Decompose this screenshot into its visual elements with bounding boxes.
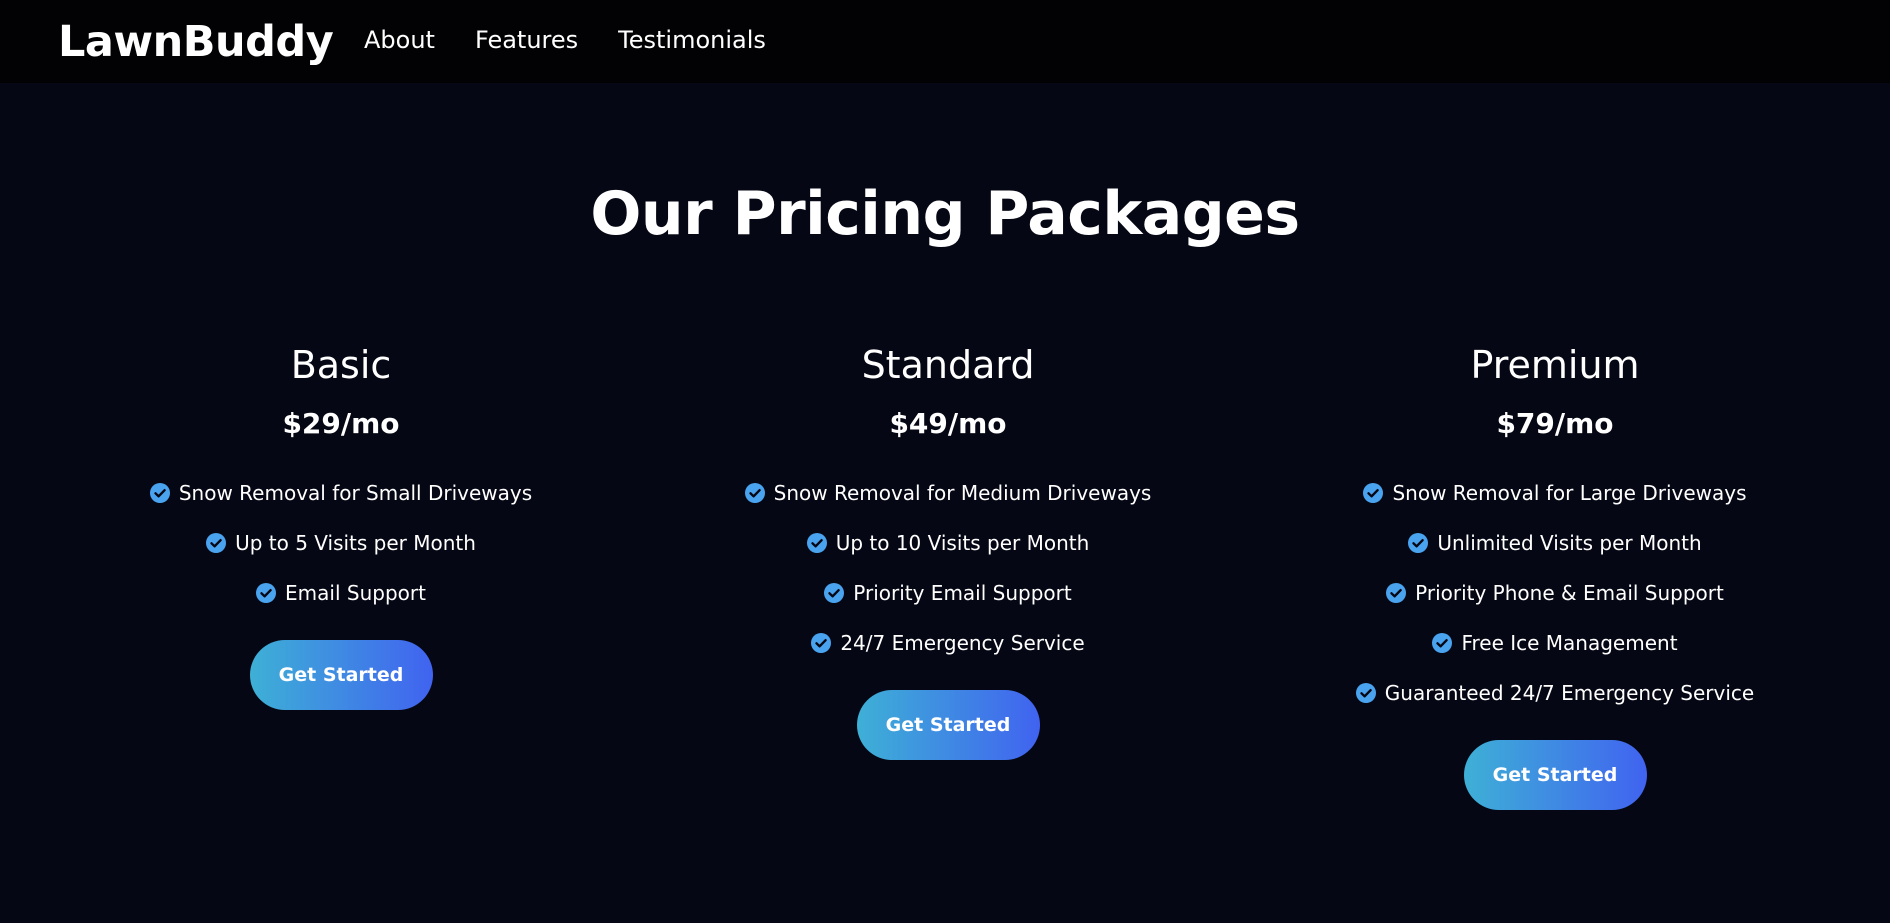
get-started-button-standard[interactable]: Get Started: [856, 690, 1040, 760]
feature-text: Guaranteed 24/7 Emergency Service: [1384, 681, 1755, 705]
check-circle-icon: [744, 483, 765, 503]
feature-text: Snow Removal for Large Driveways: [1392, 481, 1747, 505]
get-started-button-premium[interactable]: Get Started: [1463, 740, 1647, 810]
check-circle-icon: [806, 533, 827, 553]
feature-item: Priority Phone & Email Support: [1255, 568, 1855, 618]
feature-item: 24/7 Emergency Service: [648, 618, 1248, 668]
feature-text: 24/7 Emergency Service: [840, 631, 1085, 655]
plan-card-premium: Premium $79/mo Snow Removal for Large Dr…: [1255, 338, 1855, 810]
check-circle-icon: [256, 583, 277, 603]
plan-price: $49/mo: [889, 407, 1007, 440]
feature-text: Free Ice Management: [1461, 631, 1678, 655]
nav-link-about[interactable]: About: [364, 25, 435, 55]
check-circle-icon: [1432, 633, 1453, 653]
check-circle-icon: [1408, 533, 1429, 553]
nav-links: About Features Testimonials: [364, 25, 806, 55]
feature-text: Unlimited Visits per Month: [1437, 531, 1702, 555]
feature-text: Priority Phone & Email Support: [1415, 581, 1724, 605]
feature-list: Snow Removal for Medium Driveways Up to …: [648, 468, 1248, 668]
feature-text: Priority Email Support: [853, 581, 1072, 605]
feature-item: Free Ice Management: [1255, 618, 1855, 668]
plan-name: Standard: [861, 343, 1035, 387]
check-circle-icon: [1386, 583, 1407, 603]
get-started-button-basic[interactable]: Get Started: [249, 640, 433, 710]
feature-list: Snow Removal for Small Driveways Up to 5…: [41, 468, 641, 618]
check-circle-icon: [824, 583, 845, 603]
feature-item: Snow Removal for Medium Driveways: [648, 468, 1248, 518]
plan-card-standard: Standard $49/mo Snow Removal for Medium …: [648, 338, 1248, 760]
navbar: LawnBuddy About Features Testimonials: [0, 0, 1890, 83]
check-circle-icon: [1363, 483, 1384, 503]
feature-item: Unlimited Visits per Month: [1255, 518, 1855, 568]
pricing-plans: Basic $29/mo Snow Removal for Small Driv…: [0, 338, 1890, 898]
pricing-title: Our Pricing Packages: [590, 179, 1300, 249]
feature-item: Guaranteed 24/7 Emergency Service: [1255, 668, 1855, 718]
feature-text: Up to 5 Visits per Month: [235, 531, 476, 555]
feature-text: Email Support: [285, 581, 426, 605]
plan-price: $29/mo: [282, 407, 400, 440]
feature-item: Up to 5 Visits per Month: [41, 518, 641, 568]
feature-text: Snow Removal for Medium Driveways: [773, 481, 1152, 505]
nav-link-testimonials[interactable]: Testimonials: [618, 25, 766, 55]
feature-item: Snow Removal for Large Driveways: [1255, 468, 1855, 518]
feature-text: Up to 10 Visits per Month: [835, 531, 1090, 555]
plan-card-basic: Basic $29/mo Snow Removal for Small Driv…: [41, 338, 641, 710]
plan-name: Basic: [290, 343, 392, 387]
check-circle-icon: [149, 483, 170, 503]
feature-item: Email Support: [41, 568, 641, 618]
check-circle-icon: [206, 533, 227, 553]
feature-item: Priority Email Support: [648, 568, 1248, 618]
feature-list: Snow Removal for Large Driveways Unlimit…: [1255, 468, 1855, 718]
feature-text: Snow Removal for Small Driveways: [178, 481, 533, 505]
feature-item: Up to 10 Visits per Month: [648, 518, 1248, 568]
feature-item: Snow Removal for Small Driveways: [41, 468, 641, 518]
plan-name: Premium: [1470, 343, 1640, 387]
plan-price: $79/mo: [1496, 407, 1614, 440]
check-circle-icon: [811, 633, 832, 653]
nav-link-features[interactable]: Features: [475, 25, 578, 55]
brand-logo[interactable]: LawnBuddy: [58, 14, 334, 70]
check-circle-icon: [1355, 683, 1376, 703]
